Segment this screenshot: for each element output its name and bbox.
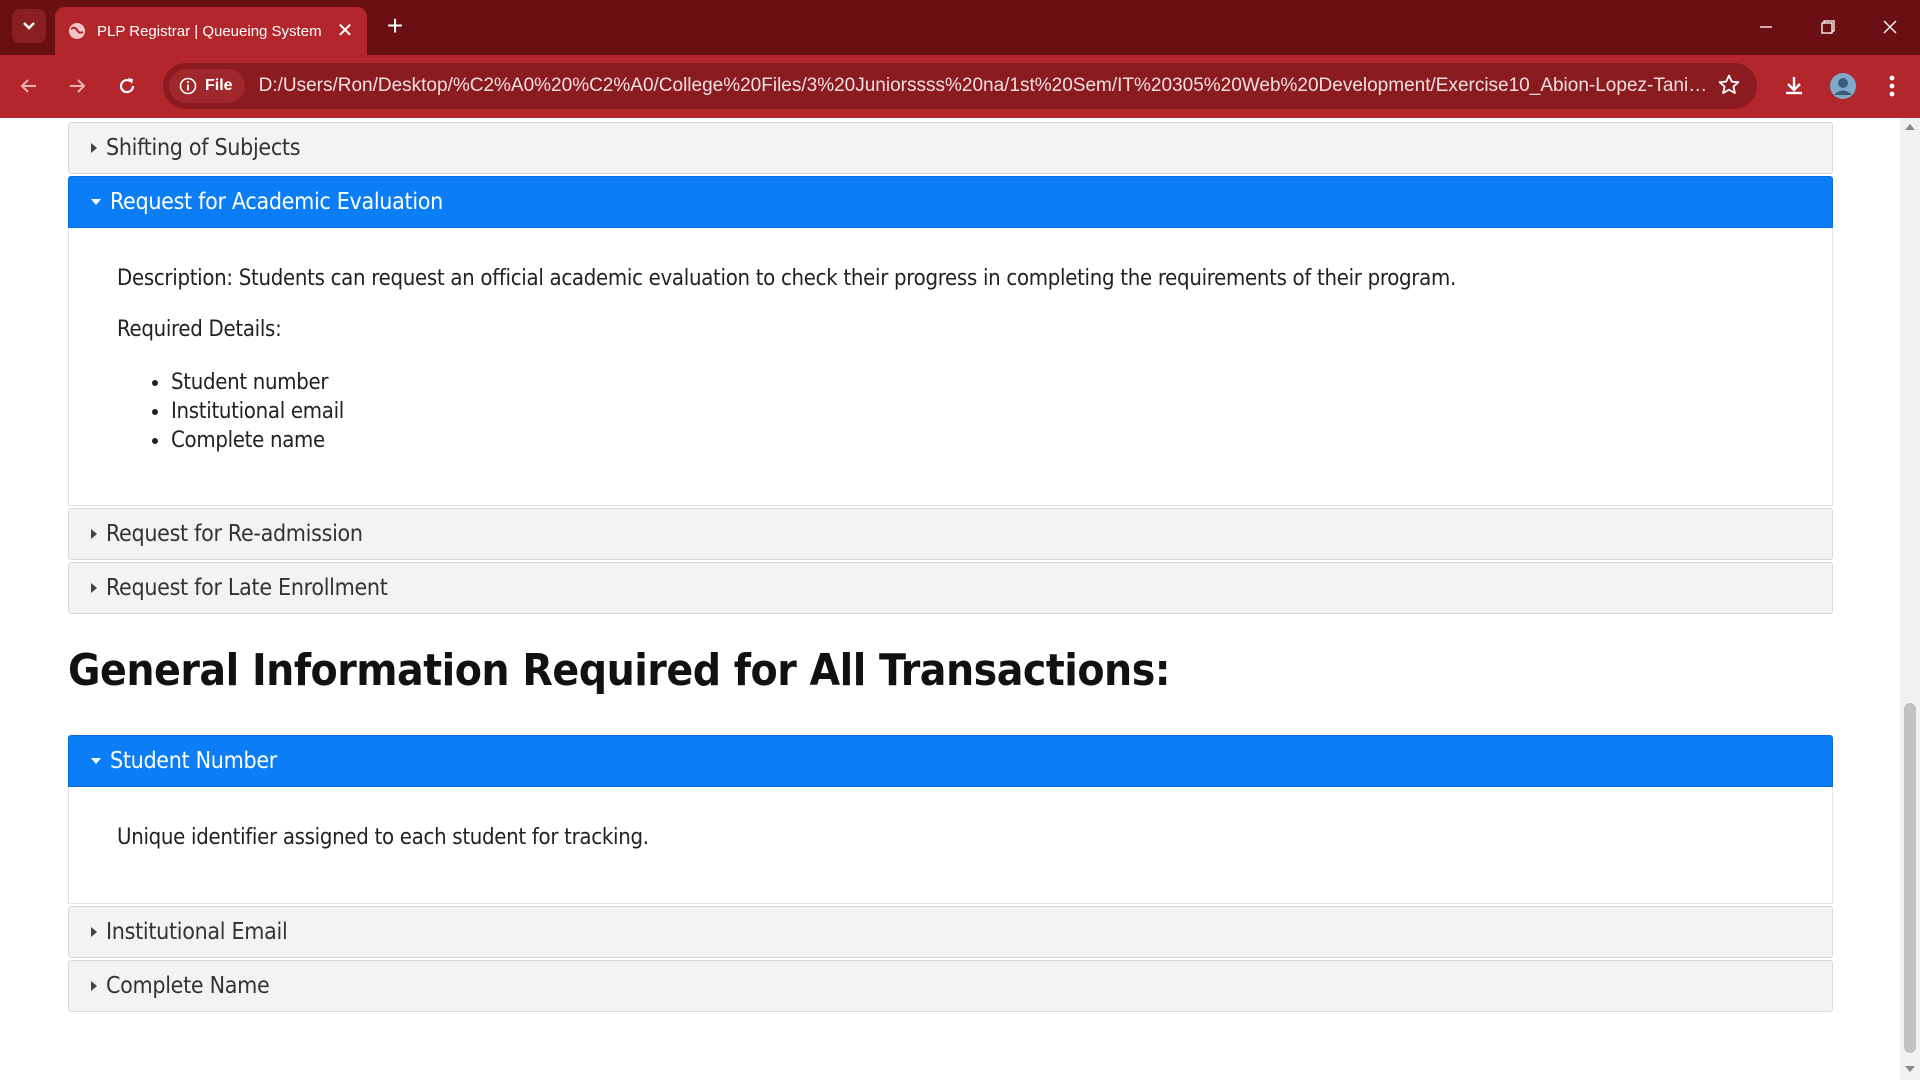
close-icon — [1883, 20, 1897, 34]
download-icon — [1786, 77, 1802, 95]
globe-icon — [69, 23, 85, 39]
accordion-body: Unique identifier assigned to each stude… — [68, 787, 1833, 904]
accordion-late-enrollment[interactable]: Request for Late Enrollment — [68, 562, 1833, 614]
caret-right-icon — [91, 143, 97, 153]
scrollbar-thumb[interactable] — [1904, 703, 1916, 1053]
new-tab-button[interactable]: + — [380, 11, 410, 41]
student-number-text: Unique identifier assigned to each stude… — [117, 825, 649, 850]
avatar — [1830, 73, 1856, 99]
star-icon — [1718, 74, 1740, 94]
address-bar[interactable]: File D:/Users/Ron/Desktop/%C2%A0%20%C2%A… — [163, 63, 1757, 109]
caret-down-icon — [91, 758, 101, 764]
more-vert-icon — [1889, 75, 1895, 97]
chevron-down-icon — [23, 22, 35, 30]
arrow-right-icon — [70, 79, 86, 93]
accordion-student-number[interactable]: Student Number Unique identifier assigne… — [68, 735, 1833, 904]
downloads-button[interactable] — [1777, 69, 1811, 103]
forward-button[interactable] — [60, 69, 94, 103]
close-window-button[interactable] — [1870, 12, 1910, 42]
reload-button[interactable] — [110, 69, 144, 103]
accordion-header[interactable]: Complete Name — [68, 960, 1833, 1012]
back-button[interactable] — [12, 69, 46, 103]
accordion-header[interactable]: Request for Academic Evaluation — [68, 176, 1833, 228]
reload-icon — [119, 78, 135, 94]
caret-down-icon — [91, 199, 101, 205]
accordion-title: Complete Name — [106, 973, 270, 999]
accordion-title: Request for Academic Evaluation — [110, 189, 443, 215]
tab-search-button[interactable] — [12, 9, 46, 43]
accordion-title: Student Number — [110, 748, 277, 774]
accordion-title: Institutional Email — [106, 919, 288, 945]
required-details-list: Student number Institutional email Compl… — [117, 368, 1784, 455]
list-item: Student number — [171, 368, 1784, 397]
accordion-academic-evaluation[interactable]: Request for Academic Evaluation Descript… — [68, 176, 1833, 506]
restore-button[interactable] — [1808, 12, 1848, 42]
list-item: Complete name — [171, 426, 1784, 455]
browser-tab-strip: PLP Registrar | Queueing System ✕ + — [0, 0, 1920, 55]
browser-toolbar: File D:/Users/Ron/Desktop/%C2%A0%20%C2%A… — [0, 55, 1920, 118]
accordion-header[interactable]: Shifting of Subjects — [68, 122, 1833, 174]
site-chip-label: File — [205, 77, 233, 94]
vertical-scrollbar[interactable] — [1900, 118, 1920, 1080]
accordion-complete-name[interactable]: Complete Name — [68, 960, 1833, 1012]
scroll-up-icon[interactable] — [1905, 124, 1915, 130]
accordion-shifting-of-subjects[interactable]: Shifting of Subjects — [68, 122, 1833, 174]
scroll-down-icon[interactable] — [1905, 1066, 1915, 1072]
url-text: D:/Users/Ron/Desktop/%C2%A0%20%C2%A0/Col… — [258, 75, 1709, 96]
accordion-title: Shifting of Subjects — [106, 135, 301, 161]
caret-right-icon — [91, 981, 97, 991]
general-info-heading: General Information Required for All Tra… — [68, 645, 1171, 696]
close-tab-icon[interactable]: ✕ — [333, 21, 357, 41]
bookmark-button[interactable] — [1717, 73, 1741, 102]
required-details-label: Required Details: — [117, 317, 282, 342]
accordion-title: Request for Re-admission — [106, 521, 363, 547]
info-icon — [179, 77, 197, 95]
accordion-header[interactable]: Institutional Email — [68, 906, 1833, 958]
caret-right-icon — [91, 529, 97, 539]
accordion-re-admission[interactable]: Request for Re-admission — [68, 508, 1833, 560]
active-tab[interactable]: PLP Registrar | Queueing System ✕ — [55, 7, 367, 55]
page-viewport: Shifting of Subjects Request for Academi… — [0, 118, 1900, 1080]
accordion-header[interactable]: Request for Re-admission — [68, 508, 1833, 560]
profile-button[interactable] — [1826, 69, 1860, 103]
list-item: Institutional email — [171, 397, 1784, 426]
browser-menu-button[interactable] — [1875, 69, 1909, 103]
accordion-header[interactable]: Request for Late Enrollment — [68, 562, 1833, 614]
accordion-body: Description: Students can request an off… — [68, 228, 1833, 506]
caret-right-icon — [91, 583, 97, 593]
restore-icon — [1821, 20, 1835, 34]
accordion-institutional-email[interactable]: Institutional Email — [68, 906, 1833, 958]
accordion-header[interactable]: Student Number — [68, 735, 1833, 787]
accordion-title: Request for Late Enrollment — [106, 575, 388, 601]
tab-title: PLP Registrar | Queueing System — [97, 22, 322, 40]
description-text: Description: Students can request an off… — [117, 266, 1456, 291]
arrow-left-icon — [20, 79, 36, 93]
site-info-chip[interactable]: File — [169, 69, 245, 103]
minimize-button[interactable] — [1746, 12, 1786, 42]
caret-right-icon — [91, 927, 97, 937]
minimize-icon — [1760, 26, 1772, 28]
